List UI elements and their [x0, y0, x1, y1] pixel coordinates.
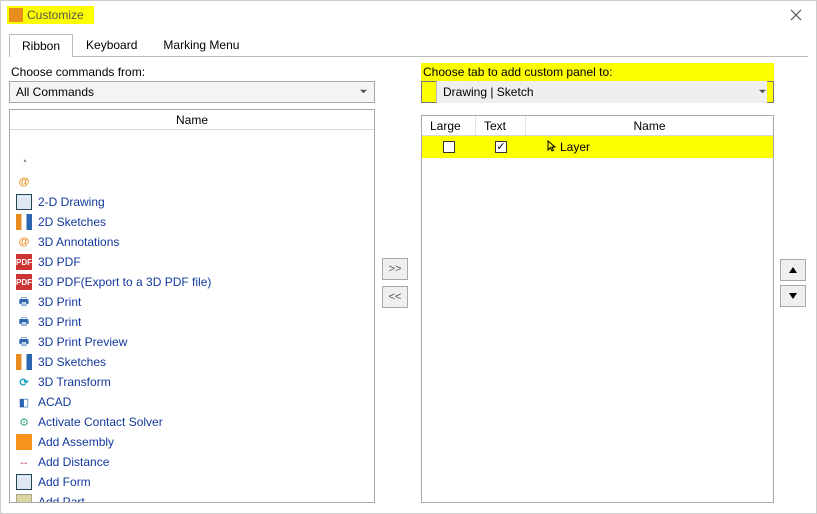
command-item[interactable]: ◧ ACAD: [16, 392, 374, 412]
triangle-down-icon: [788, 291, 798, 301]
command-item-label: 3D Print Preview: [38, 335, 127, 349]
add-button[interactable]: >>: [382, 258, 408, 280]
command-item-label: Add Part: [38, 495, 85, 502]
col-large: Large: [422, 116, 476, 135]
command-item-label: Add Form: [38, 475, 91, 489]
command-item-label: 3D Sketches: [38, 355, 106, 369]
command-item[interactable]: Add Form: [16, 472, 374, 492]
command-item-label: Add Assembly: [38, 435, 114, 449]
command-item[interactable]: @3D Annotations: [16, 232, 374, 252]
panel-list[interactable]: Large Text Name Layer: [421, 115, 774, 503]
command-item-label: 2-D Drawing: [38, 195, 105, 209]
left-pane: Choose commands from: All Commands Name …: [9, 63, 375, 503]
commands-combo[interactable]: All Commands: [9, 81, 375, 103]
transform-icon: ⟳: [16, 374, 32, 390]
command-item[interactable]: PDF 3D PDF(Export to a 3D PDF file): [16, 272, 374, 292]
commands-list[interactable]: Name ◔ @2-D Drawing 2D Sketches @3D Annotat…: [9, 109, 375, 503]
close-button[interactable]: [786, 5, 806, 25]
print-icon: 🖶: [16, 334, 32, 350]
command-item[interactable]: 🖶 3D Print Preview: [16, 332, 374, 352]
at-icon: @: [16, 174, 32, 190]
command-item-label: 2D Sketches: [38, 215, 106, 229]
titlebar: Customize: [1, 1, 816, 29]
pdf-icon: PDF: [16, 274, 32, 290]
command-item[interactable]: ◔: [16, 152, 374, 172]
tab-combo[interactable]: Drawing | Sketch: [421, 81, 774, 103]
command-item[interactable]: 3D Sketches: [16, 352, 374, 372]
panel-list-header: Large Text Name: [422, 116, 773, 136]
large-checkbox[interactable]: [443, 141, 455, 153]
choose-commands-label: Choose commands from:: [11, 65, 375, 79]
command-item-label: 3D Print: [38, 295, 81, 309]
command-item[interactable]: [16, 132, 374, 152]
command-item-label: Add Distance: [38, 455, 109, 469]
move-down-button[interactable]: [780, 285, 806, 307]
command-item-label: 3D Print: [38, 315, 81, 329]
tab-marking[interactable]: Marking Menu: [150, 33, 252, 56]
cursor-icon: [546, 140, 558, 155]
assembly-icon: [16, 434, 32, 450]
command-item[interactable]: ↔ Add Distance: [16, 452, 374, 472]
command-item[interactable]: ⟳ 3D Transform: [16, 372, 374, 392]
commands-combo-value: All Commands: [16, 85, 94, 99]
command-item[interactable]: ⚙ Activate Contact Solver: [16, 412, 374, 432]
panel-row[interactable]: Layer: [422, 136, 773, 158]
clock-icon: ◔: [16, 154, 32, 170]
sketches-icon: [16, 214, 32, 230]
tab-ribbon[interactable]: Ribbon: [9, 34, 73, 57]
print-icon: 🖶: [16, 314, 32, 330]
chevron-down-icon: [758, 85, 767, 99]
command-item[interactable]: Add Assembly: [16, 432, 374, 452]
window-title: Customize: [27, 8, 84, 22]
text-checkbox[interactable]: [495, 141, 507, 153]
commands-column-header: Name: [10, 110, 374, 130]
close-icon: [790, 9, 802, 21]
part-icon: [16, 494, 32, 502]
col-text: Text: [476, 116, 526, 135]
drawing-icon: [16, 194, 32, 210]
customize-dialog: Customize Ribbon Keyboard Marking Menu C…: [0, 0, 817, 514]
command-item[interactable]: 🖶 3D Print: [16, 312, 374, 332]
pdf-icon: PDF: [16, 254, 32, 270]
reorder-buttons: [778, 63, 808, 503]
remove-button[interactable]: <<: [382, 286, 408, 308]
command-item-label: 3D PDF: [38, 255, 81, 269]
tabstrip: Ribbon Keyboard Marking Menu: [9, 33, 808, 57]
command-item[interactable]: 2D Sketches: [16, 212, 374, 232]
command-item-label: 3D Annotations: [38, 235, 119, 249]
command-item-label: 3D PDF(Export to a 3D PDF file): [38, 275, 211, 289]
right-pane: Choose tab to add custom panel to: Drawi…: [421, 63, 774, 503]
command-item[interactable]: Add Part: [16, 492, 374, 502]
gear-icon: ⚙: [16, 414, 32, 430]
command-item[interactable]: 2-D Drawing: [16, 192, 374, 212]
chevron-down-icon: [359, 85, 368, 99]
form-icon: [16, 474, 32, 490]
col-name: Name: [526, 116, 773, 135]
print-icon: 🖶: [16, 294, 32, 310]
command-item[interactable]: @: [16, 172, 374, 192]
sketches-icon: [16, 354, 32, 370]
choose-tab-label: Choose tab to add custom panel to:: [421, 63, 774, 81]
command-item-label: 3D Transform: [38, 375, 111, 389]
app-icon: [9, 8, 23, 22]
command-item-label: ACAD: [38, 395, 71, 409]
triangle-up-icon: [788, 265, 798, 275]
transfer-buttons: >> <<: [375, 63, 415, 503]
move-up-button[interactable]: [780, 259, 806, 281]
command-item[interactable]: 🖶 3D Print: [16, 292, 374, 312]
at-icon: @: [16, 234, 32, 250]
distance-icon: ↔: [16, 454, 32, 470]
command-item-label: Activate Contact Solver: [38, 415, 163, 429]
acad-icon: ◧: [16, 394, 32, 410]
tab-keyboard[interactable]: Keyboard: [73, 33, 150, 56]
tab-combo-value: Drawing | Sketch: [443, 85, 534, 99]
panel-row-name: Layer: [560, 140, 590, 154]
command-item[interactable]: PDF 3D PDF: [16, 252, 374, 272]
